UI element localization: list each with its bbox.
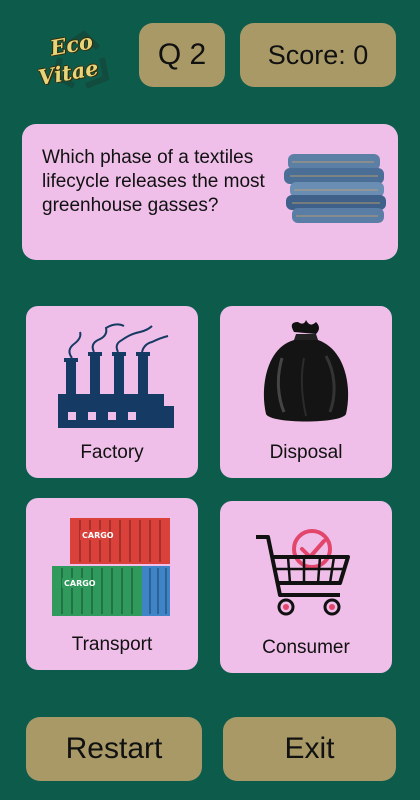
factory-icon	[58, 323, 174, 428]
answer-disposal-button[interactable]: Disposal	[220, 306, 392, 478]
cargo-label-bottom: CARGO	[64, 579, 96, 588]
cargo-containers-icon: CARGO CARGO	[52, 518, 170, 616]
folded-jeans-icon	[284, 154, 386, 223]
answer-factory-button[interactable]: Factory	[26, 306, 198, 478]
answer-label: Consumer	[262, 637, 350, 658]
cargo-label-top: CARGO	[82, 531, 114, 540]
score-badge: Score: 0	[240, 23, 396, 87]
restart-button[interactable]: Restart	[26, 717, 202, 781]
question-text: Which phase of a textiles lifecycle rele…	[42, 147, 265, 216]
answer-label: Transport	[71, 634, 153, 655]
answer-consumer-button[interactable]: Consumer	[220, 501, 392, 673]
shopping-cart-icon	[256, 529, 350, 616]
question-card: Which phase of a textiles lifecycle rele…	[22, 124, 398, 260]
exit-button[interactable]: Exit	[223, 717, 396, 781]
answer-transport-button[interactable]: CARGO CARGO Transport	[26, 498, 198, 670]
question-number-badge: Q 2	[139, 23, 225, 87]
answer-label: Disposal	[269, 442, 343, 463]
trash-bag-icon	[263, 320, 349, 422]
eco-vitae-logo: Eco Vitae	[36, 26, 132, 96]
answer-label: Factory	[80, 442, 144, 463]
